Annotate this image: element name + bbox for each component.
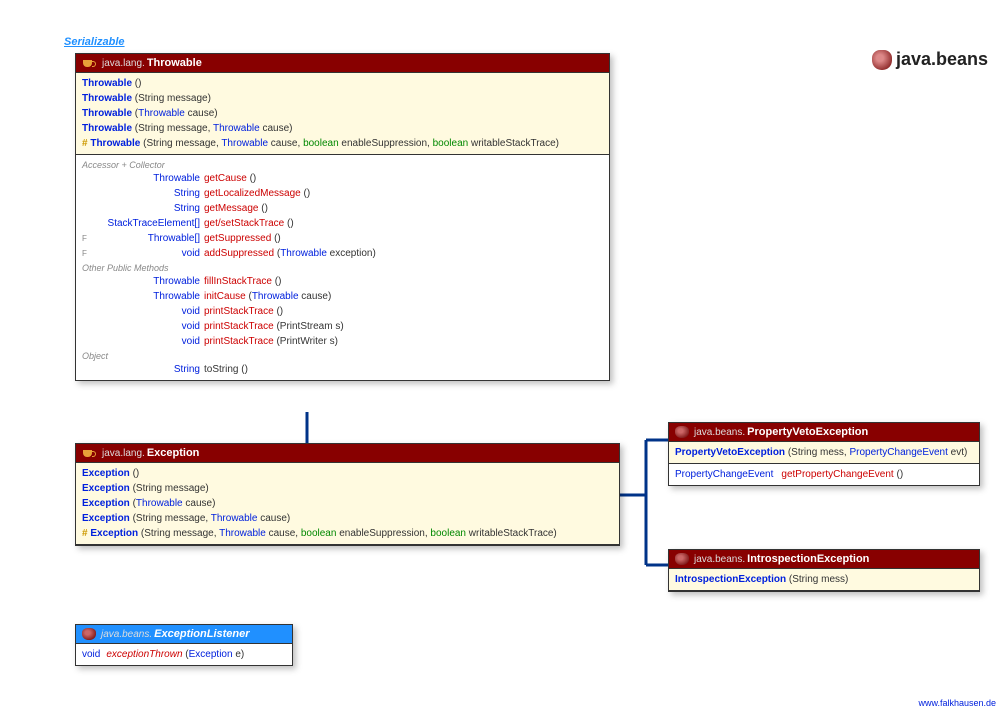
throwable-header: java.lang. Throwable: [76, 54, 609, 73]
footer-link[interactable]: www.falkhausen.de: [918, 698, 996, 708]
el-methods: voidexceptionThrown (Exception e): [76, 644, 292, 665]
cup-icon: [82, 447, 97, 459]
throwable-methods: Accessor + Collector ThrowablegetCause (…: [76, 155, 609, 380]
cup-icon: [82, 57, 97, 69]
package-title: java.beans: [872, 49, 988, 70]
bean-icon: [872, 50, 892, 70]
ie-header: java.beans. IntrospectionException: [669, 550, 979, 569]
throwable-constructors: Throwable () Throwable (String message) …: [76, 73, 609, 155]
propertyvetoexception-box: java.beans. PropertyVetoException Proper…: [668, 422, 980, 486]
pve-constructors: PropertyVetoException (String mess, Prop…: [669, 442, 979, 464]
throwable-class-box: java.lang. Throwable Throwable () Throwa…: [75, 53, 610, 381]
exception-constructors: Exception () Exception (String message) …: [76, 463, 619, 545]
exception-header: java.lang. Exception: [76, 444, 619, 463]
el-header: java.beans. ExceptionListener: [76, 625, 292, 644]
package-title-text: java.beans: [896, 49, 988, 70]
exception-class-box: java.lang. Exception Exception () Except…: [75, 443, 620, 546]
bean-icon: [82, 628, 96, 640]
exceptionlistener-box: java.beans. ExceptionListener voidexcept…: [75, 624, 293, 666]
introspectionexception-box: java.beans. IntrospectionException Intro…: [668, 549, 980, 592]
bean-icon: [675, 553, 689, 565]
serializable-link[interactable]: Serializable: [64, 36, 125, 48]
bean-icon: [675, 426, 689, 438]
pve-header: java.beans. PropertyVetoException: [669, 423, 979, 442]
pve-methods: PropertyChangeEventgetPropertyChangeEven…: [669, 464, 979, 485]
ie-constructors: IntrospectionException (String mess): [669, 569, 979, 591]
